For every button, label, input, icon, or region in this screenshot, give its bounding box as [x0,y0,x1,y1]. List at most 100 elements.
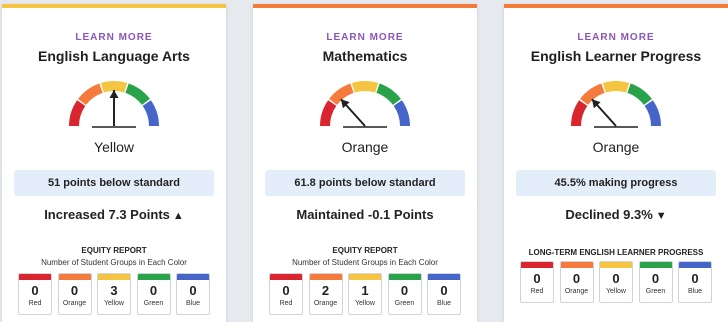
green-bar [388,274,421,280]
group-box-yellow[interactable]: 1 Yellow [348,273,382,315]
orange-bar [58,274,91,280]
orange-bar [560,262,593,268]
group-count: 0 [149,283,158,298]
report-title: EQUITY REPORT [332,246,398,255]
yellow-bar [600,262,632,268]
group-box-green[interactable]: 0 Green [638,261,673,303]
group-label: Green [143,300,164,307]
group-box-green[interactable]: 0 Green [387,273,422,315]
summary-pill: 45.5% making progress [516,170,716,196]
gauge-segment [602,81,630,93]
group-box-red[interactable]: 0 Red [18,273,52,315]
gauge-segment [320,100,337,127]
gauge-segment [351,81,379,93]
group-label: Green [645,288,666,295]
group-label: Orange [313,300,338,307]
learn-more-link[interactable]: LEARN MORE [253,32,477,43]
group-box-blue[interactable]: 0 Blue [427,273,461,315]
report-title: LONG-TERM ENGLISH LEARNER PROGRESS [528,248,704,257]
summary-pill: 51 points below standard [14,170,214,196]
status-label: Orange [592,139,640,155]
report-subtitle: Number of Student Groups in Each Color [292,258,438,267]
gauge-segment [571,100,588,127]
group-label: Blue [436,300,451,307]
status-label: Orange [341,139,389,155]
group-box-green[interactable]: 0 Green [136,273,171,315]
change-label: Declined 9.3% [565,207,653,222]
red-bar [19,274,51,280]
card-title: English Language Arts [38,48,190,64]
blue-bar [177,274,209,280]
group-label: Orange [564,288,589,295]
change-text: Increased 7.3 Points ▲ [2,207,226,222]
card-title: Mathematics [322,48,408,64]
change-text: Maintained -0.1 Points [253,207,477,222]
group-label: Blue [185,300,200,307]
group-count: 0 [612,271,620,286]
gauge-needle-head [109,90,119,98]
gauge-segment [78,83,103,106]
color-group-boxes: 0 Red 0 Orange 0 Yellow 0 Green 0 Blue [520,261,712,303]
group-count: 2 [321,283,330,298]
yellow-bar [349,274,381,280]
group-box-red[interactable]: 0 Red [520,261,554,303]
gauge-segment [142,100,159,127]
gauge-segment [69,100,86,127]
summary-pill: 61.8 points below standard [265,170,465,196]
group-label: Yellow [355,300,375,307]
group-count: 1 [361,283,369,298]
report-title: EQUITY REPORT [81,246,147,255]
gauge-segment [100,81,128,93]
red-bar [270,274,302,280]
blue-bar [428,274,460,280]
group-count: 0 [400,283,409,298]
group-label: Green [394,300,415,307]
gauge-icon [69,81,159,128]
change-label: Increased 7.3 Points [44,207,170,222]
up-arrow-icon: ▲ [172,210,184,222]
group-label: Yellow [606,288,626,295]
group-count: 0 [533,271,541,286]
color-group-boxes: 0 Red 0 Orange 3 Yellow 0 Green 0 Blue [18,273,210,315]
group-box-orange[interactable]: 2 Orange [308,273,343,315]
group-box-yellow[interactable]: 3 Yellow [97,273,131,315]
card-english-learner-progress: LEARN MORE English Learner Progress Oran… [504,4,728,322]
orange-bar [309,274,342,280]
group-label: Red [279,300,293,307]
color-group-boxes: 0 Red 2 Orange 1 Yellow 0 Green 0 Blue [269,273,461,315]
group-box-red[interactable]: 0 Red [269,273,303,315]
group-count: 0 [572,271,581,286]
group-label: Red [530,288,544,295]
group-count: 3 [110,283,118,298]
group-count: 0 [189,283,197,298]
group-box-blue[interactable]: 0 Blue [176,273,210,315]
gauge-icon [571,81,661,128]
group-label: Yellow [104,300,124,307]
group-count: 0 [651,271,660,286]
group-count: 0 [282,283,290,298]
group-box-orange[interactable]: 0 Orange [57,273,92,315]
group-box-yellow[interactable]: 0 Yellow [599,261,633,303]
group-label: Red [28,300,42,307]
group-count: 0 [440,283,448,298]
status-label: Yellow [94,139,134,155]
group-count: 0 [691,271,699,286]
group-box-orange[interactable]: 0 Orange [559,261,594,303]
blue-bar [679,262,711,268]
down-arrow-icon: ▼ [655,210,667,222]
gauge-icon [320,81,410,128]
gauge-segment [125,83,150,106]
card-mathematics: LEARN MORE Mathematics Orange 61.8 point… [253,4,477,322]
change-text: Declined 9.3% ▼ [504,207,728,222]
red-bar [521,262,553,268]
group-label: Orange [62,300,87,307]
gauge-segment [393,100,410,127]
gauge-segment [644,100,661,127]
group-count: 0 [70,283,79,298]
group-count: 0 [31,283,39,298]
report-subtitle: Number of Student Groups in Each Color [41,258,187,267]
learn-more-link[interactable]: LEARN MORE [2,32,226,43]
learn-more-link[interactable]: LEARN MORE [504,32,728,43]
group-box-blue[interactable]: 0 Blue [678,261,712,303]
change-label: Maintained -0.1 Points [296,207,434,222]
